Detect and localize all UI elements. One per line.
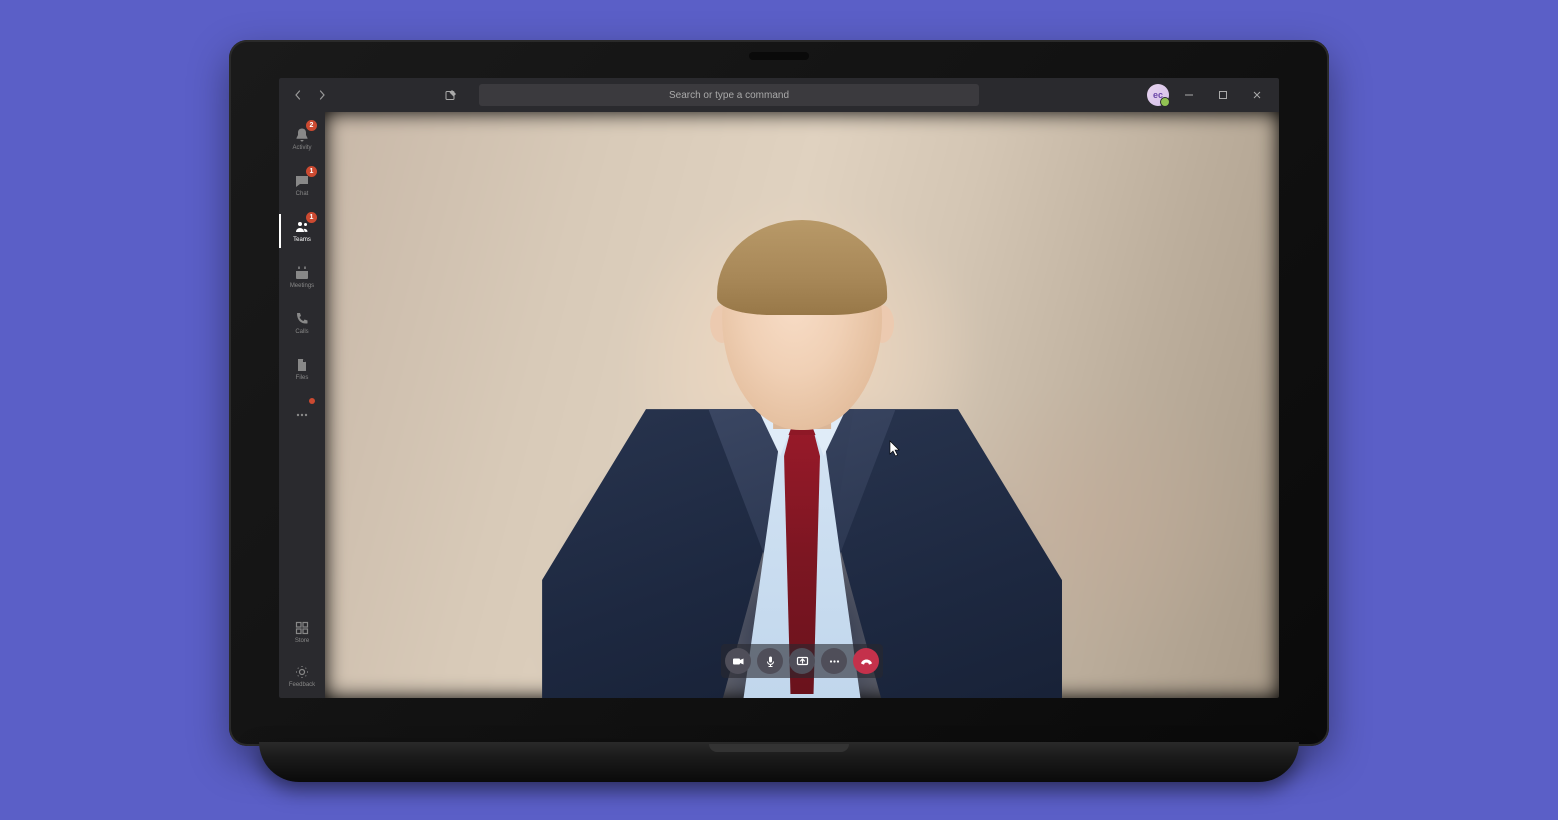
camera-icon (732, 655, 745, 668)
sidebar-item-activity[interactable]: Activity 2 (279, 116, 325, 162)
search-placeholder: Search or type a command (669, 90, 789, 101)
share-screen-button[interactable] (789, 648, 815, 674)
sidebar-label: Teams (293, 237, 311, 243)
store-icon (294, 620, 310, 636)
sidebar-label: Calls (295, 329, 308, 335)
mic-icon (764, 655, 777, 668)
laptop-frame: Search or type a command ec (229, 40, 1329, 782)
more-icon (828, 655, 841, 668)
sidebar-item-files[interactable]: Files (279, 346, 325, 392)
maximize-button[interactable] (1209, 83, 1237, 107)
sidebar-item-more[interactable] (279, 392, 325, 438)
video-call-area (325, 112, 1279, 698)
titlebar: Search or type a command ec (279, 78, 1279, 112)
forward-button[interactable] (311, 84, 333, 106)
camera-notch (749, 52, 809, 60)
hang-up-icon (860, 655, 873, 668)
sidebar-label: Chat (296, 191, 309, 197)
sidebar-item-store[interactable]: Store (279, 610, 325, 654)
laptop-screen-bezel: Search or type a command ec (229, 40, 1329, 746)
feedback-icon (294, 664, 310, 680)
cursor-icon (888, 440, 902, 458)
titlebar-right: ec (1147, 83, 1271, 107)
user-avatar[interactable]: ec (1147, 84, 1169, 106)
compose-icon (445, 89, 457, 101)
chevron-right-icon (317, 90, 327, 100)
minimize-icon (1184, 90, 1194, 100)
mic-toggle-button[interactable] (757, 648, 783, 674)
calendar-icon (294, 265, 310, 281)
chevron-left-icon (293, 90, 303, 100)
maximize-icon (1218, 90, 1228, 100)
sidebar-item-meetings[interactable]: Meetings (279, 254, 325, 300)
sidebar-item-feedback[interactable]: Feedback (279, 654, 325, 698)
sidebar-item-calls[interactable]: Calls (279, 300, 325, 346)
app-window: Search or type a command ec (279, 78, 1279, 698)
laptop-base (259, 742, 1299, 782)
sidebar-label: Feedback (289, 682, 315, 688)
badge: 1 (306, 212, 317, 223)
participant-video (468, 210, 1136, 698)
notification-dot (309, 398, 315, 404)
sidebar-label: Meetings (290, 283, 314, 289)
app-body: Activity 2 Chat 1 Teams 1 (279, 112, 1279, 698)
file-icon (294, 357, 310, 373)
sidebar-item-teams[interactable]: Teams 1 (279, 208, 325, 254)
hang-up-button[interactable] (853, 648, 879, 674)
minimize-button[interactable] (1175, 83, 1203, 107)
search-input[interactable]: Search or type a command (479, 84, 979, 106)
badge: 2 (306, 120, 317, 131)
nav-buttons (287, 84, 333, 106)
sidebar: Activity 2 Chat 1 Teams 1 (279, 112, 325, 698)
call-controls (721, 644, 883, 678)
camera-toggle-button[interactable] (725, 648, 751, 674)
new-chat-button[interactable] (439, 83, 463, 107)
sidebar-label: Files (296, 375, 309, 381)
avatar-initials: ec (1153, 90, 1163, 100)
back-button[interactable] (287, 84, 309, 106)
more-icon (294, 407, 310, 423)
sidebar-label: Store (295, 638, 309, 644)
share-icon (796, 655, 809, 668)
close-icon (1252, 90, 1262, 100)
badge: 1 (306, 166, 317, 177)
sidebar-label: Activity (292, 145, 311, 151)
close-button[interactable] (1243, 83, 1271, 107)
sidebar-item-chat[interactable]: Chat 1 (279, 162, 325, 208)
phone-icon (294, 311, 310, 327)
more-options-button[interactable] (821, 648, 847, 674)
